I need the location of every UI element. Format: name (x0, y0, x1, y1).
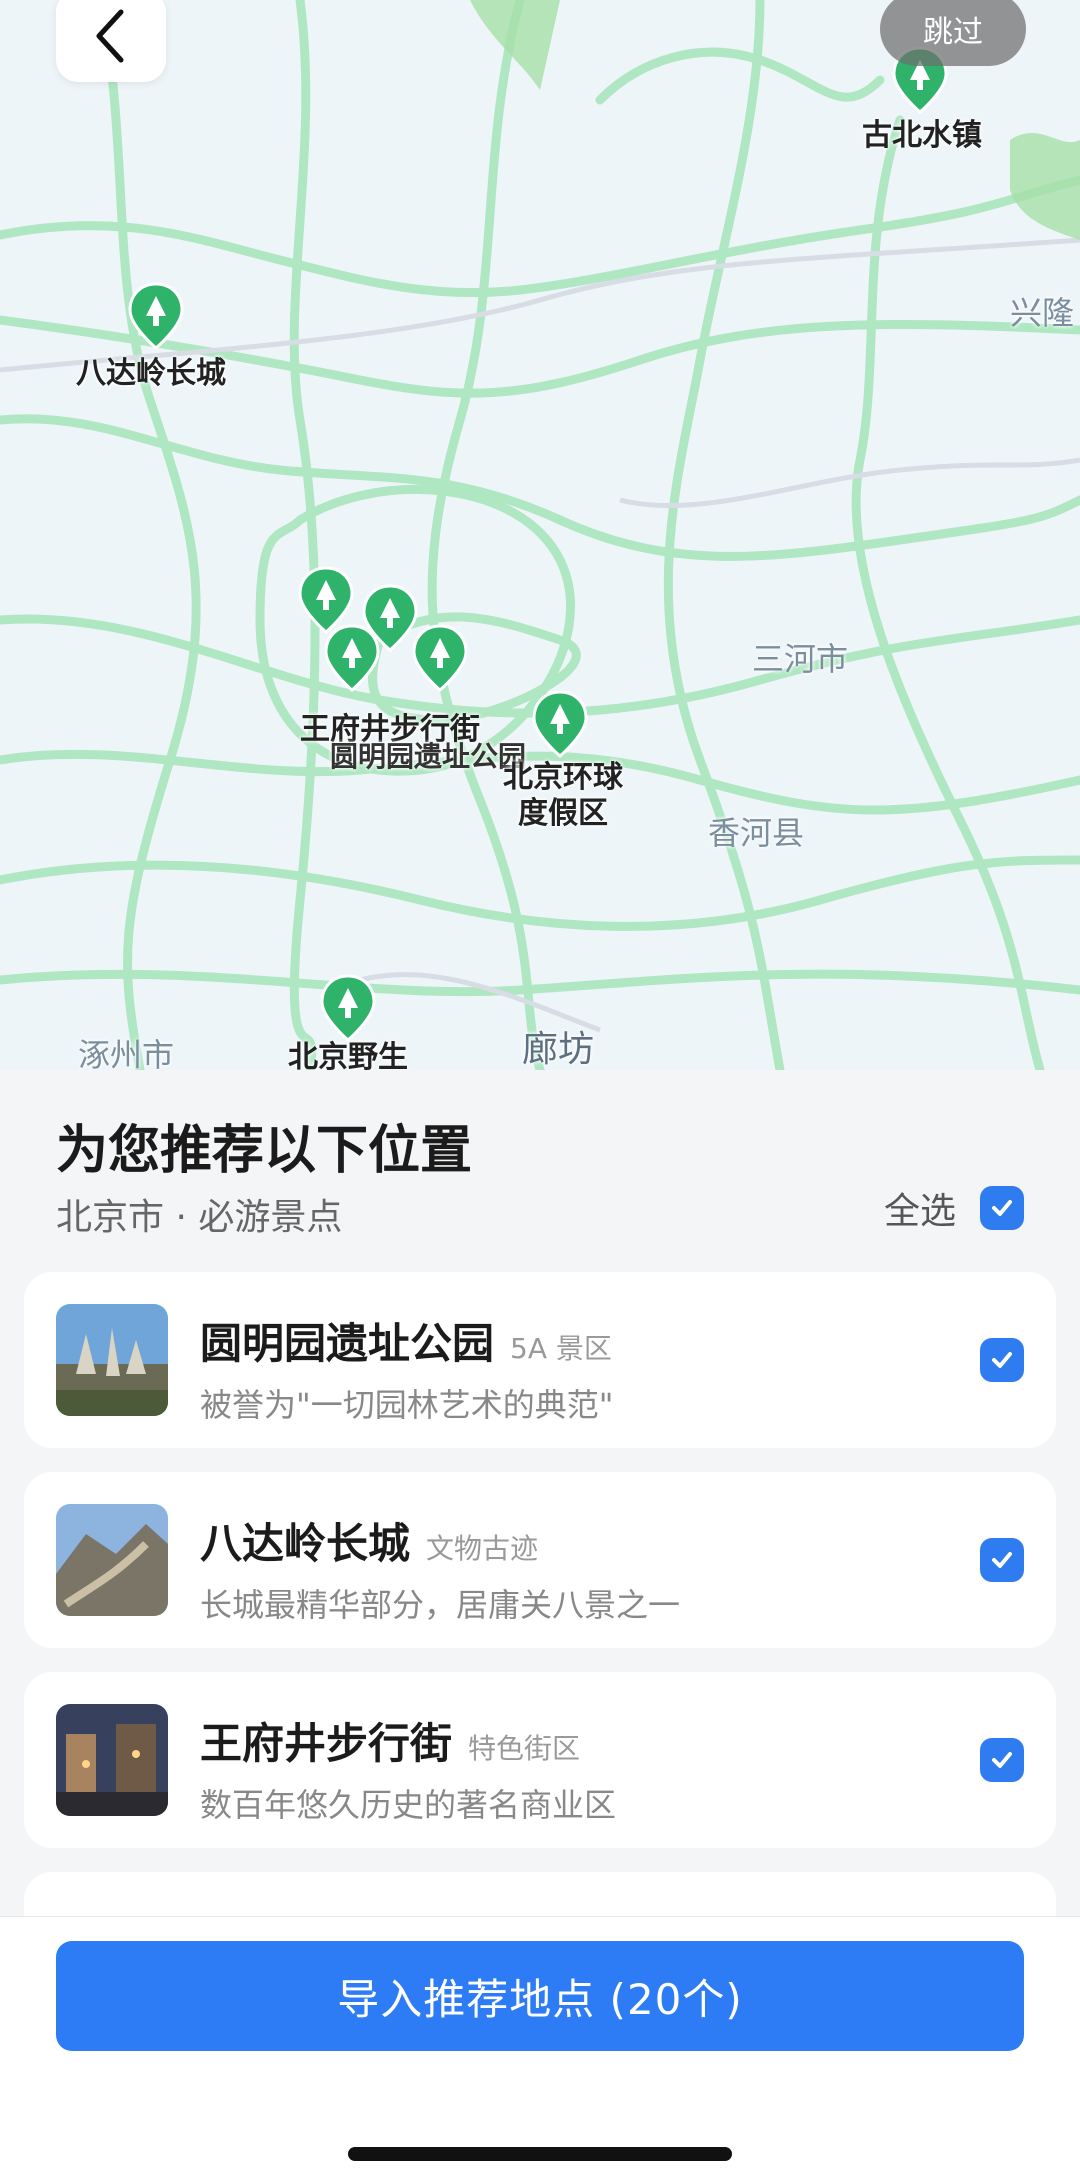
recommend-locations-screen: 古北水镇 八达岭长城 王府井步行街 圆明园遗址公园 北京环球度假区 北京野生 兴… (0, 0, 1080, 2176)
map-city-zhuozhou: 涿州市 (78, 1036, 175, 1070)
map-label-gubei[interactable]: 古北水镇 (862, 118, 982, 154)
place-tag: 特色街区 (468, 1732, 581, 1765)
skip-button[interactable]: 跳过 (880, 0, 1026, 66)
map-label-wildlife[interactable]: 北京野生 (288, 1040, 408, 1070)
list-item[interactable]: 圆明园遗址公园 5A 景区 被誉为"一切园林艺术的典范" (24, 1272, 1056, 1448)
import-recommended-button[interactable]: 导入推荐地点 (20个) (56, 1941, 1024, 2051)
map-city-sanhe: 三河市 (752, 640, 849, 678)
sheet-subtitle: 北京市 · 必游景点 (56, 1197, 343, 1238)
list-item[interactable]: 八达岭长城 文物古迹 长城最精华部分，居庸关八景之一 (24, 1472, 1056, 1648)
place-description: 被誉为"一切园林艺术的典范" (200, 1386, 614, 1424)
place-tag: 5A 景区 (510, 1332, 612, 1365)
map-label-universal[interactable]: 北京环球度假区 (498, 760, 628, 832)
select-all-toggle[interactable]: 全选 (884, 1182, 1024, 1234)
checkbox-checked-icon[interactable] (980, 1538, 1024, 1582)
place-thumbnail (56, 1304, 168, 1416)
map-label-badaling[interactable]: 八达岭长城 (76, 356, 226, 392)
pin-icon[interactable] (126, 282, 186, 352)
checkbox-checked-icon[interactable] (980, 1338, 1024, 1382)
list-item[interactable]: 王府井步行街 特色街区 数百年悠久历史的著名商业区 (24, 1672, 1056, 1848)
back-button[interactable] (56, 0, 166, 82)
map-roads (0, 0, 1080, 1070)
select-all-label: 全选 (883, 1191, 956, 1232)
pin-icon[interactable] (530, 690, 590, 760)
map-label-yuanmingyuan[interactable]: 圆明园遗址公园 (330, 740, 526, 774)
place-name: 王府井步行街 特色街区 (200, 1719, 581, 1768)
place-thumbnail (56, 1504, 168, 1616)
pin-icon[interactable] (410, 624, 470, 694)
map-city-xianghe: 香河县 (708, 814, 805, 852)
checkbox-checked-icon[interactable] (980, 1738, 1024, 1782)
bottom-action-bar: 导入推荐地点 (20个) (0, 1916, 1080, 2176)
pin-icon[interactable] (318, 974, 378, 1044)
map-view[interactable]: 古北水镇 八达岭长城 王府井步行街 圆明园遗址公园 北京环球度假区 北京野生 兴… (0, 0, 1080, 1070)
place-tag: 文物古迹 (426, 1532, 539, 1565)
chevron-left-icon (96, 9, 124, 63)
checkbox-checked-icon[interactable] (980, 1186, 1024, 1230)
place-description: 数百年悠久历史的著名商业区 (200, 1786, 617, 1824)
place-name: 圆明园遗址公园 5A 景区 (200, 1319, 612, 1368)
home-indicator[interactable] (348, 2147, 732, 2161)
map-city-langfang: 廊坊 (522, 1029, 595, 1070)
place-description: 长城最精华部分，居庸关八景之一 (200, 1586, 681, 1624)
map-city-xinglong: 兴隆 (1010, 294, 1075, 332)
place-name: 八达岭长城 文物古迹 (200, 1519, 539, 1568)
place-thumbnail (56, 1704, 168, 1816)
sheet-title: 为您推荐以下位置 (56, 1121, 473, 1181)
